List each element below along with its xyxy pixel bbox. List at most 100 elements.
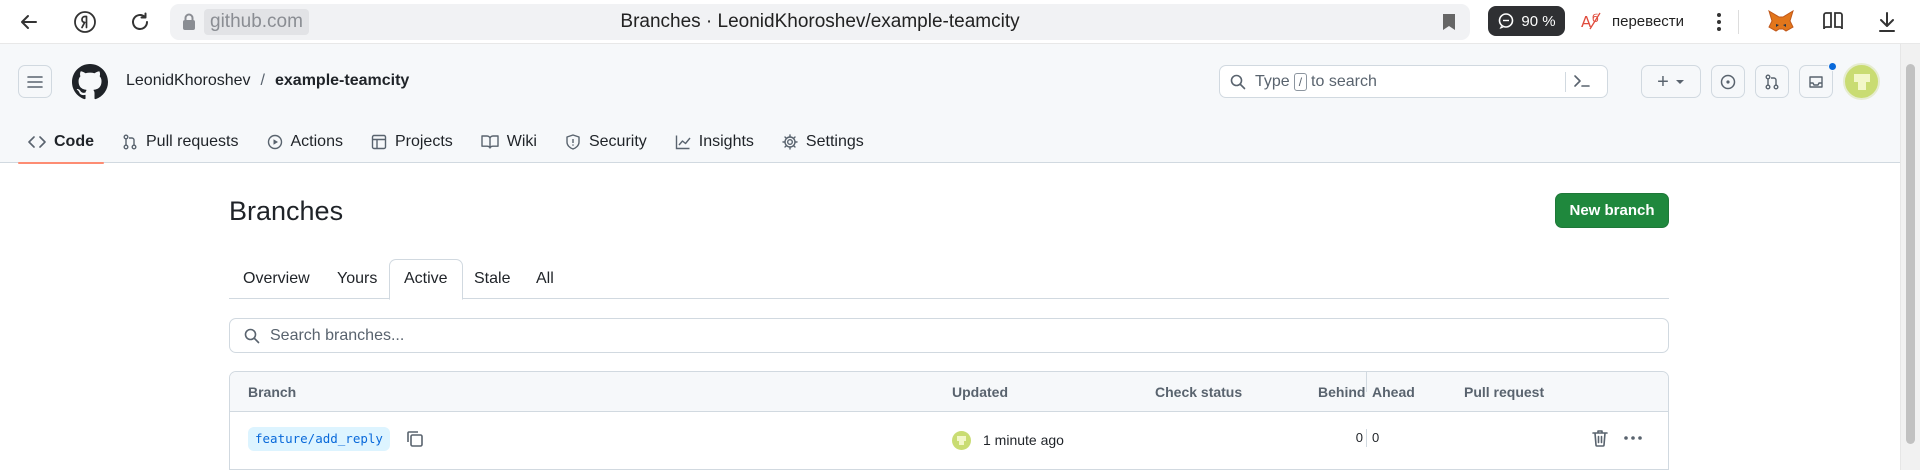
breadcrumb: LeonidKhoroshev / example-teamcity [126, 72, 409, 90]
git-pull-request-icon [1765, 74, 1779, 89]
page-tab-title: Branches · LeonidKhoroshev/example-teamc… [620, 11, 1020, 32]
tab-stale[interactable]: Stale [460, 259, 524, 299]
tab-projects[interactable]: Projects [361, 120, 463, 163]
column-pull-request: Pull request [1464, 384, 1545, 400]
tab-actions[interactable]: Actions [257, 120, 353, 163]
kebab-horizontal-icon[interactable] [1622, 428, 1644, 451]
search-placeholder-before: Type [1255, 73, 1290, 90]
pull-requests-button[interactable] [1755, 65, 1789, 98]
trash-icon[interactable] [1591, 428, 1609, 451]
tab-security[interactable]: Security [555, 120, 657, 163]
column-behind: Behind [1318, 384, 1366, 400]
behind-ahead-divider [1366, 372, 1367, 392]
tab-code[interactable]: Code [18, 120, 104, 164]
search-icon [1230, 74, 1246, 95]
page-scrollbar[interactable] [1900, 44, 1920, 470]
identicon-icon [957, 436, 966, 445]
git-pull-request-icon [123, 134, 137, 149]
repo-nav: Code Pull requests Actions Projects Wiki… [18, 120, 882, 164]
bookmark-icon[interactable] [1442, 13, 1456, 36]
metamask-fox-icon[interactable] [1766, 7, 1796, 37]
create-new-label: + [1657, 70, 1669, 93]
branches-table: Branch Updated Check status Behind Ahead… [229, 371, 1669, 470]
chevron-down-icon [1675, 79, 1684, 84]
tab-insights[interactable]: Insights [665, 120, 764, 163]
copy-icon[interactable] [405, 429, 425, 452]
tab-security-label: Security [588, 132, 647, 150]
behind-count: 0 [1355, 430, 1363, 445]
updated-time: 1 minute ago [983, 432, 1064, 448]
inbox-button[interactable] [1799, 65, 1833, 98]
tab-settings[interactable]: Settings [772, 120, 874, 163]
toolbar-divider [1738, 10, 1739, 34]
new-branch-button[interactable]: New branch [1555, 193, 1669, 228]
create-new-button[interactable]: + [1641, 65, 1701, 98]
branch-filter-tabs: Overview Yours Active Stale All [229, 259, 1669, 300]
address-bar[interactable]: github.com Branches · LeonidKhoroshev/ex… [170, 4, 1470, 40]
tab-overview[interactable]: Overview [229, 259, 324, 299]
search-shortcut-key: / [1293, 72, 1308, 91]
translate-button[interactable]: Aб перевести [1580, 6, 1684, 36]
tab-all[interactable]: All [522, 259, 568, 299]
breadcrumb-owner[interactable]: LeonidKhoroshev [126, 72, 251, 90]
tab-pull-requests-label: Pull requests [146, 132, 239, 150]
breadcrumb-repo[interactable]: example-teamcity [275, 72, 409, 90]
table-icon [371, 134, 387, 149]
column-branch: Branch [248, 384, 297, 400]
ahead-count: 0 [1372, 430, 1380, 445]
column-ahead: Ahead [1372, 384, 1415, 400]
yandex-browser-icon[interactable] [70, 7, 100, 37]
browser-toolbar: github.com Branches · LeonidKhoroshev/ex… [0, 0, 1920, 44]
tab-wiki-label: Wiki [506, 132, 537, 150]
tab-pull-requests[interactable]: Pull requests [112, 120, 249, 163]
reload-icon[interactable] [125, 7, 155, 37]
issue-opened-icon [1720, 74, 1736, 89]
page-title: Branches [229, 196, 344, 226]
graph-icon [675, 135, 691, 149]
tab-active[interactable]: Active [389, 259, 463, 300]
hamburger-icon [27, 75, 43, 88]
branch-search-placeholder: Search branches... [270, 327, 405, 344]
collections-icon[interactable] [1818, 7, 1848, 37]
global-search-placeholder: Type / to search [1255, 66, 1377, 97]
breadcrumb-separator: / [260, 72, 265, 89]
chat-bubble-icon [1499, 13, 1514, 29]
hamburger-menu-button[interactable] [18, 65, 52, 98]
command-palette-icon[interactable] [1573, 73, 1591, 94]
reviews-badge-value: 90 % [1521, 12, 1556, 30]
translate-icon: Aб [1581, 12, 1601, 31]
play-icon [267, 134, 282, 149]
branch-search-input[interactable]: Search branches... [229, 318, 1669, 353]
branch-name-link[interactable]: feature/add_reply [248, 427, 390, 451]
issues-button[interactable] [1711, 65, 1745, 98]
github-header: LeonidKhoroshev / example-teamcity Type … [0, 44, 1900, 164]
github-logo-icon[interactable] [72, 64, 108, 100]
back-arrow-icon[interactable] [14, 7, 44, 37]
tab-yours[interactable]: Yours [323, 259, 391, 299]
table-row: feature/add_reply 1 minute ago 0 0 [230, 412, 1668, 468]
kebab-menu-icon[interactable] [1704, 7, 1734, 37]
download-icon[interactable] [1872, 7, 1902, 37]
identicon-icon [1853, 73, 1870, 90]
ahead-behind-bar [1366, 429, 1367, 447]
scrollbar-thumb[interactable] [1906, 64, 1915, 444]
tab-actions-label: Actions [290, 132, 343, 150]
search-placeholder-after: to search [1311, 73, 1377, 90]
notification-dot [1828, 62, 1837, 71]
inbox-icon [1809, 75, 1823, 88]
column-updated: Updated [952, 384, 1008, 400]
tab-code-label: Code [54, 132, 94, 150]
search-divider [1565, 72, 1566, 92]
search-icon [244, 328, 260, 349]
author-avatar[interactable] [952, 431, 971, 450]
user-avatar[interactable] [1843, 63, 1880, 100]
tab-wiki[interactable]: Wiki [471, 120, 547, 163]
tab-settings-label: Settings [805, 132, 864, 150]
global-search-input[interactable]: Type / to search [1219, 65, 1608, 98]
reviews-badge[interactable]: 90 % [1488, 6, 1565, 36]
tab-projects-label: Projects [394, 132, 453, 150]
code-icon [28, 135, 46, 148]
tab-insights-label: Insights [698, 132, 754, 150]
book-icon [481, 134, 499, 149]
shield-icon [566, 133, 580, 150]
